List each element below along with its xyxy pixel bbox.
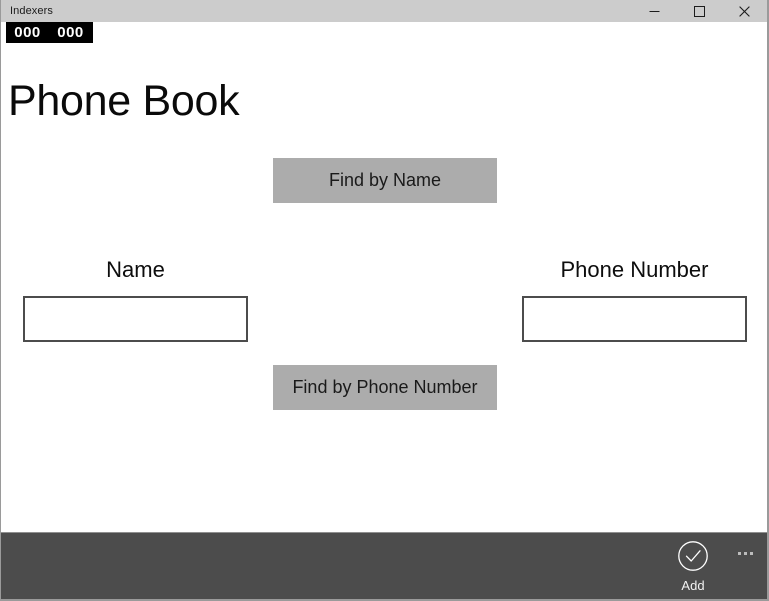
page-title: Phone Book [8, 77, 240, 125]
add-command-button[interactable]: Add [659, 539, 727, 592]
maximize-button[interactable] [677, 0, 722, 22]
bottom-command-bar: Add [1, 532, 767, 599]
minimize-icon [649, 6, 660, 17]
name-field-label: Name [106, 257, 165, 282]
phone-number-input[interactable] [522, 296, 747, 342]
more-ellipsis-icon [743, 551, 747, 555]
name-input[interactable] [23, 296, 248, 342]
find-by-phone-number-button[interactable]: Find by Phone Number [273, 365, 497, 410]
more-ellipsis-icon [749, 551, 753, 555]
close-icon [739, 5, 750, 17]
debug-counter-overlay: 000 000 [6, 22, 93, 43]
more-options-button[interactable] [731, 543, 759, 563]
phone-number-field-label: Phone Number [560, 257, 709, 282]
minimize-button[interactable] [632, 0, 677, 22]
find-by-name-button[interactable]: Find by Name [273, 158, 497, 203]
close-button[interactable] [722, 0, 767, 22]
accept-check-circle-icon [676, 539, 710, 573]
debug-counter-left: 000 [14, 24, 41, 41]
page-content: Phone Book Find by Name Name Phone Numbe… [1, 44, 767, 531]
app-window: Indexers 000 000 Phone Book Find by Name… [0, 0, 769, 601]
window-title: Indexers [10, 5, 53, 17]
window-controls [632, 0, 767, 22]
more-ellipsis-icon [737, 551, 741, 555]
title-bar: Indexers [1, 0, 767, 22]
maximize-icon [694, 5, 705, 17]
add-command-label: Add [681, 578, 705, 593]
debug-counter-right: 000 [57, 24, 84, 41]
